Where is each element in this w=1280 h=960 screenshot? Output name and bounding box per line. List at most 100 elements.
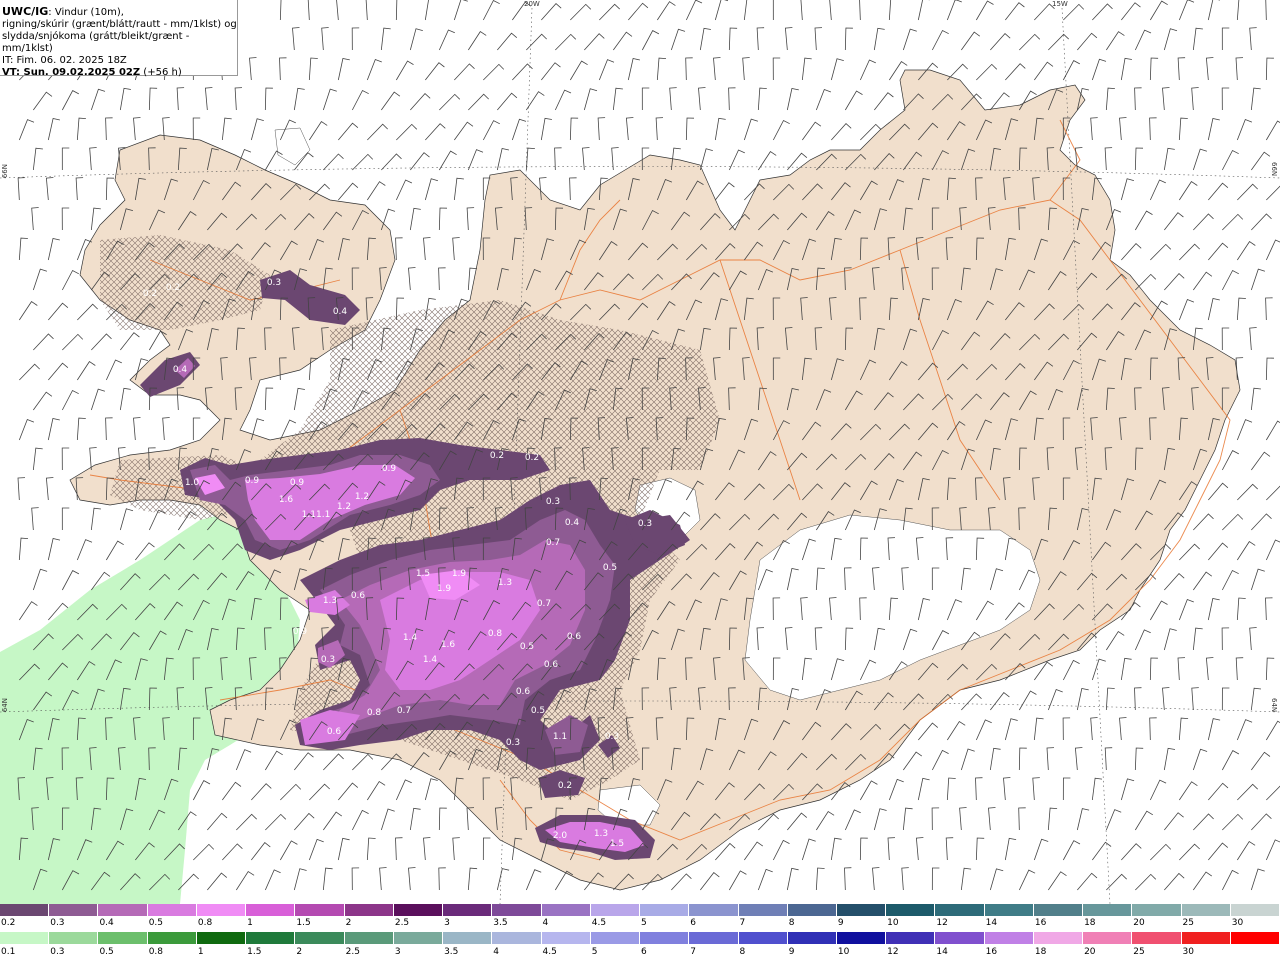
legend-swatch (1230, 932, 1280, 944)
precip-value-label: 1.4 (403, 633, 418, 643)
precip-value-label: 0.2 (558, 781, 572, 791)
legend-label: 0.8 (148, 947, 164, 957)
precip-value-label: 1.3 (594, 829, 608, 839)
legend-swatch (787, 932, 837, 944)
legend-label: 8 (788, 918, 795, 928)
legend-label: 0.5 (148, 918, 164, 928)
initial-time: IT: Fim. 06. 02. 2025 18Z (2, 55, 127, 66)
legend-swatch (1181, 904, 1231, 916)
lat-label-64n-left: 64N (1, 698, 9, 713)
legend-label: 20 (1084, 947, 1096, 957)
map-info-box: UWC/IG: Vindur (10m), rigning/skúrir (gr… (0, 0, 238, 78)
legend-label: 3.5 (493, 918, 508, 928)
precip-value-label: 1.2 (337, 502, 351, 512)
lat-label-66n-right: 66N (1270, 162, 1278, 177)
color-legend: 0.2 0.3 0.4 0.5 0.8 1 1.5 2 2.5 3 3.5 4 4.5 5 6 7 8 9 10 12… (0, 904, 1280, 960)
legend-label: 8 (739, 947, 746, 957)
product-desc-line2: rigning/skúrir (grænt/blátt/rautt - mm/1… (2, 19, 237, 30)
lon-label-20w: 20W (524, 0, 540, 8)
legend-swatch (196, 932, 247, 944)
precip-value-label: 0.3 (506, 738, 520, 748)
precip-value-label: 1.11.1 (302, 510, 331, 520)
legend-label: 14 (936, 947, 948, 957)
legend-label: 25 (1133, 947, 1145, 957)
legend-label: 30 (1182, 947, 1194, 957)
legend-swatch (836, 932, 887, 944)
legend-swatch (49, 904, 99, 916)
legend-swatch (935, 932, 985, 944)
legend-label: 0.5 (99, 947, 114, 957)
legend-swatch (541, 932, 591, 944)
legend-swatch (98, 904, 148, 916)
legend-label: 30 (1231, 918, 1244, 928)
legend-swatch (1083, 932, 1133, 944)
precip-value-label: 0.3 (546, 497, 560, 507)
precip-value-label: 0.4 (333, 307, 348, 317)
precip-value-label: 0.5 (520, 642, 534, 652)
legend-swatch (98, 932, 148, 944)
valid-time: VT: Sun. 09.02.2025 02Z (2, 67, 141, 78)
legend-label: 25 (1182, 918, 1194, 928)
legend-swatch (295, 932, 345, 944)
precip-value-label: 1.4 (423, 655, 438, 665)
legend-label: 5 (591, 947, 598, 957)
legend-label: 14 (985, 918, 998, 928)
legend-label: 18 (1034, 947, 1047, 957)
legend-swatch (443, 932, 493, 944)
legend-label: 16 (985, 947, 998, 957)
precip-value-label: 1.2 (355, 492, 369, 502)
legend-label: 12 (936, 918, 948, 928)
legend-swatch (344, 932, 394, 944)
precip-value-label: 0.5 (531, 706, 545, 716)
legend-swatch (984, 904, 1034, 916)
legend-swatch (1132, 932, 1182, 944)
legend-label: 6 (690, 918, 696, 928)
legend-swatch (738, 904, 788, 916)
lat-label-64n-right: 64N (1270, 698, 1278, 713)
legend-label: 1 (197, 947, 204, 957)
legend-label: 2.5 (394, 918, 410, 928)
legend-swatch (0, 904, 50, 916)
legend-swatch (443, 904, 493, 916)
weather-map: 0.30.20.20.40.40.90.2 0.21.0 0.9 0.91.21.61… (0, 0, 1280, 904)
precip-value-label: 0.2 (525, 453, 539, 463)
precip-value-label: 0.3 (267, 278, 281, 288)
legend-swatch (935, 904, 985, 916)
legend-swatch (147, 932, 197, 944)
precip-value-label: 0.9 (293, 627, 308, 637)
forecast-offset: (+56 h) (140, 67, 182, 78)
legend-swatch (640, 932, 690, 944)
legend-swatch (984, 932, 1034, 944)
legend-label: 0.2 (1, 918, 16, 928)
legend-swatch (492, 904, 542, 916)
legend-swatch (492, 932, 542, 944)
precip-value-label: 1.1 (553, 732, 567, 742)
lat-label-66n-left: 66N (1, 164, 9, 179)
legend-swatch (344, 904, 394, 916)
legend-label: 9 (788, 947, 795, 957)
legend-swatch (886, 932, 936, 944)
legend-swatch (246, 932, 296, 944)
legend-label: 3 (394, 947, 401, 957)
legend-label: 0.4 (99, 918, 114, 928)
legend-label: 16 (1034, 918, 1047, 928)
precip-value-label: 0.3 (605, 732, 619, 742)
legend-label: 4.5 (591, 918, 607, 928)
legend-label: 10 (887, 918, 899, 928)
precip-value-label: 1.5 (610, 839, 624, 849)
legend-label: 1 (247, 918, 253, 928)
legend-swatch (1181, 932, 1231, 944)
precip-value-label: 0.4 (565, 518, 580, 528)
snow-color-bar (0, 904, 1280, 916)
legend-swatch (295, 904, 345, 916)
product-title: UWC/IG (2, 5, 49, 18)
precip-value-label: 0.7 (537, 599, 551, 609)
legend-label: 0.8 (197, 918, 213, 928)
legend-swatch (689, 904, 739, 916)
legend-swatch (1033, 904, 1084, 916)
precip-value-label: 0.9 (245, 476, 260, 486)
legend-swatch (1033, 932, 1084, 944)
legend-swatch (689, 932, 739, 944)
legend-label: 3.5 (444, 947, 459, 957)
legend-swatch (1132, 904, 1182, 916)
